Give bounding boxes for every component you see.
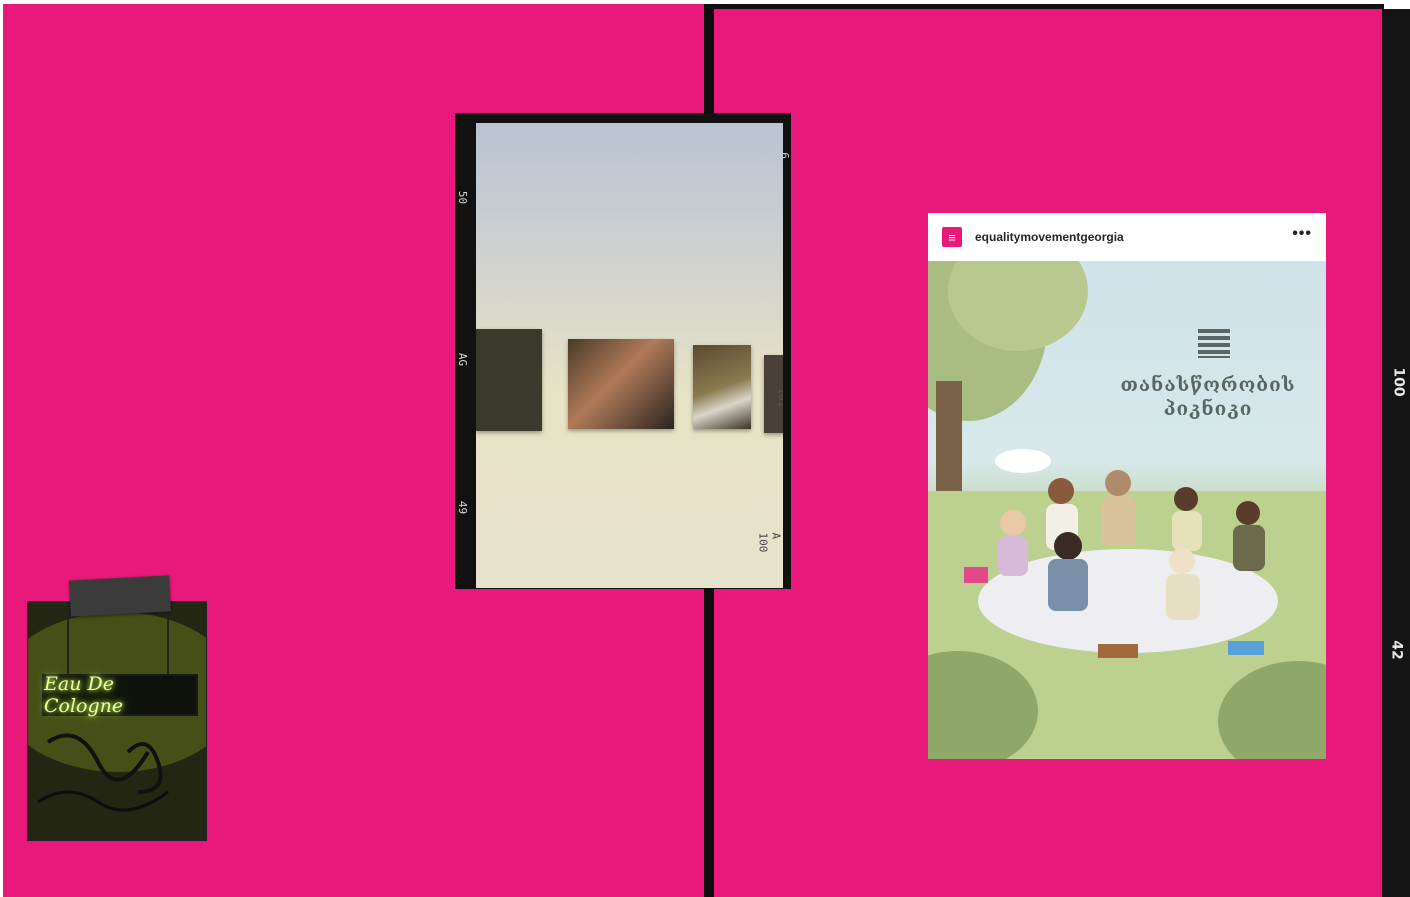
artwork-print: [568, 339, 674, 429]
frame-side-label: 101: [775, 387, 783, 408]
gallery-photo: A 100 101: [476, 123, 783, 588]
graffiti-wall: [28, 602, 206, 840]
artwork-print: [476, 329, 542, 431]
picnic-scene: [928, 261, 1326, 759]
frame-edge-number: 50: [456, 190, 470, 205]
post-header: ≡ equalitymovementgeorgia •••: [928, 213, 1326, 261]
film-edge-number: 100: [1390, 367, 1407, 397]
film-strip-right: 100 42: [1382, 9, 1410, 897]
frame-bottom-label: A 100: [756, 532, 783, 553]
eau-de-cologne-card[interactable]: Eau De Cologne: [27, 601, 207, 841]
neon-sign-text: Eau De Cologne: [44, 673, 124, 717]
equality-movement-logo-icon: [1198, 329, 1230, 358]
tape-strip: [69, 575, 171, 617]
picnic-title-line2: პიკნიკი: [1163, 398, 1253, 420]
artwork-print: [693, 345, 751, 429]
picnic-title: თანასწორობის პიკნიკი: [1118, 373, 1298, 421]
frame-edge-number: AG: [456, 352, 470, 367]
frame-edge-number: 49: [456, 500, 470, 515]
film-edge-number: 42: [1388, 640, 1405, 660]
picnic-illustration[interactable]: თანასწორობის პიკნიკი: [928, 261, 1326, 759]
equality-logo-icon[interactable]: ≡: [942, 227, 962, 247]
instagram-post[interactable]: ≡ equalitymovementgeorgia ••• თანასწორობ…: [928, 213, 1326, 759]
picnic-title-line1: თანასწორობის: [1120, 374, 1296, 396]
panel-top-edge: [704, 4, 1384, 9]
gallery-film-frame[interactable]: 50 AG 49 6 A 100 101: [455, 113, 791, 589]
more-options-icon[interactable]: •••: [1292, 225, 1312, 243]
post-username[interactable]: equalitymovementgeorgia: [975, 230, 1124, 244]
neon-sign: Eau De Cologne: [42, 673, 198, 717]
